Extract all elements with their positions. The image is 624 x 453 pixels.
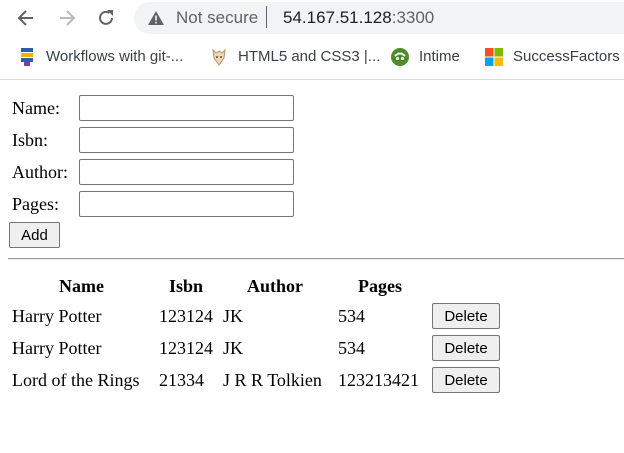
address-bar[interactable]: Not secure 54.167.51.128:3300 — [134, 2, 624, 34]
arrow-right-icon — [60, 10, 76, 26]
bookmarks-bar: Workflows with git-... HTML5 and CSS3 |.… — [0, 40, 624, 74]
cell-isbn: 123124 — [159, 306, 213, 326]
pages-label: Pages: — [12, 194, 59, 214]
cell-name: Lord of the Rings — [12, 370, 140, 390]
bookmark-label: Workflows with git-... — [46, 48, 184, 65]
delete-button[interactable]: Delete — [432, 303, 500, 329]
header-isbn: Isbn — [169, 276, 204, 296]
header-name: Name — [59, 276, 104, 296]
isbn-input[interactable] — [79, 127, 294, 153]
header-author: Author — [247, 276, 304, 296]
cell-author: JK — [223, 306, 244, 326]
url-text[interactable]: 54.167.51.128:3300 — [283, 8, 434, 28]
cell-author: J R R Tolkien — [223, 370, 322, 390]
chrome-divider — [0, 79, 624, 80]
browser-toolbar: Not secure 54.167.51.128:3300 — [0, 0, 624, 36]
address-divider — [266, 6, 267, 28]
bookmark-label: Intime — [419, 48, 460, 65]
cell-author: JK — [223, 338, 244, 358]
delete-button[interactable]: Delete — [432, 367, 500, 393]
back-button[interactable] — [13, 5, 39, 31]
git-workflow-icon — [21, 48, 33, 66]
cell-name: Harry Potter — [12, 306, 102, 326]
reload-button[interactable] — [93, 5, 119, 31]
url-port: :3300 — [391, 8, 435, 27]
name-label: Name: — [12, 98, 60, 118]
arrow-left-icon — [17, 10, 33, 26]
header-pages: Pages — [358, 276, 402, 296]
isbn-label: Isbn: — [12, 130, 48, 150]
cell-pages: 534 — [338, 306, 365, 326]
cell-name: Harry Potter — [12, 338, 102, 358]
delete-button[interactable]: Delete — [432, 335, 500, 361]
divider — [8, 258, 624, 260]
security-status[interactable]: Not secure — [176, 8, 258, 28]
cell-isbn: 21334 — [159, 370, 204, 390]
url-host: 54.167.51.128 — [283, 8, 392, 27]
forward-button[interactable] — [54, 5, 80, 31]
cell-pages: 123213421 — [338, 370, 419, 390]
warning-icon — [148, 11, 164, 25]
cell-isbn: 123124 — [159, 338, 213, 358]
bookmark-label: SuccessFactors Le — [513, 48, 624, 65]
cell-pages: 534 — [338, 338, 365, 358]
add-button[interactable]: Add — [9, 222, 60, 248]
bookmark-label: HTML5 and CSS3 |... — [238, 48, 381, 65]
author-input[interactable] — [79, 159, 294, 185]
intime-icon — [391, 48, 409, 66]
pages-input[interactable] — [79, 191, 294, 217]
html-css-icon — [212, 48, 226, 66]
name-input[interactable] — [79, 95, 294, 121]
successfactors-icon — [485, 48, 503, 66]
author-label: Author: — [12, 162, 68, 182]
reload-icon — [99, 10, 113, 25]
